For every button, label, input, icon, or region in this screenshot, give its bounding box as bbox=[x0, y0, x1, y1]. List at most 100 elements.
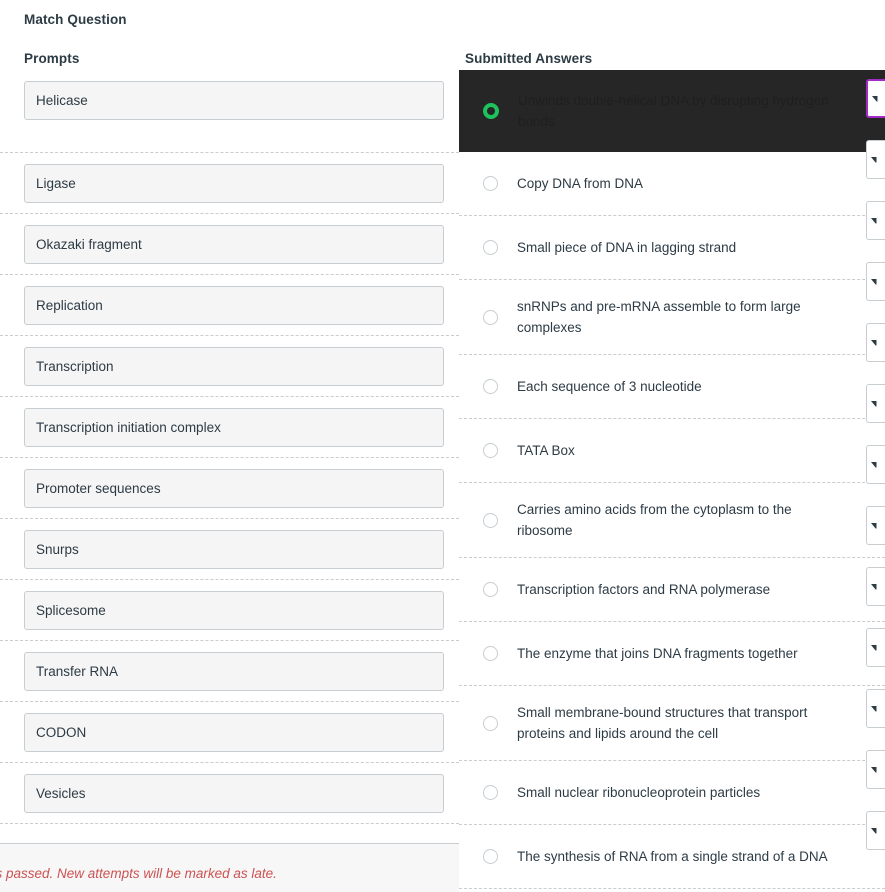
chevron-down-icon bbox=[872, 95, 878, 102]
prompts-list: Helicase Ligase Okazaki fragment Replicatio… bbox=[0, 70, 459, 845]
answer-match-select-0[interactable] bbox=[866, 79, 885, 118]
prompt-item-0: Helicase bbox=[24, 81, 444, 120]
answer-match-select-6[interactable] bbox=[866, 445, 885, 484]
prompt-item-label: Okazaki fragment bbox=[36, 237, 142, 252]
answer-radio-1[interactable] bbox=[483, 176, 498, 191]
answer-radio-2[interactable] bbox=[483, 240, 498, 255]
answer-match-select-11[interactable] bbox=[866, 750, 885, 789]
answer-item-label: Small nuclear ribonucleoprotein particle… bbox=[517, 785, 761, 800]
answer-match-select-2[interactable] bbox=[866, 201, 885, 240]
answer-row-selected[interactable]: Unwinds double-helical DNA by disrupting… bbox=[459, 70, 885, 152]
prompt-item-label: Promoter sequences bbox=[36, 481, 161, 496]
prompt-row: Helicase bbox=[0, 70, 459, 153]
prompt-item-label: Splicesome bbox=[36, 603, 106, 618]
prompt-item-label: Transfer RNA bbox=[36, 664, 119, 679]
answer-match-select-4[interactable] bbox=[866, 323, 885, 362]
chevron-down-icon bbox=[871, 766, 877, 773]
answer-match-select-1[interactable] bbox=[866, 140, 885, 179]
answer-radio-11[interactable] bbox=[483, 849, 498, 864]
answer-row[interactable]: Copy DNA from DNA bbox=[459, 152, 885, 216]
answer-item-label: Each sequence of 3 nucleotide bbox=[517, 379, 702, 394]
chevron-down-icon bbox=[871, 339, 877, 346]
answer-radio-3[interactable] bbox=[483, 309, 498, 325]
chevron-down-icon bbox=[871, 400, 877, 407]
answer-radio-0[interactable] bbox=[483, 102, 499, 119]
prompt-item-label: Replication bbox=[36, 298, 103, 313]
prompt-row: Ligase bbox=[0, 153, 459, 214]
answer-row[interactable]: Each sequence of 3 nucleotide bbox=[459, 355, 885, 419]
chevron-down-icon bbox=[871, 827, 877, 834]
answer-match-select-5[interactable] bbox=[866, 384, 885, 423]
late-submission-alert-text: as passed. New attempts will be marked a… bbox=[0, 866, 277, 881]
answer-match-select-3[interactable] bbox=[866, 262, 885, 301]
answer-match-select-7[interactable] bbox=[866, 506, 885, 545]
answer-row[interactable]: Transcription factors and RNA polymerase bbox=[459, 558, 885, 622]
answer-item-label: The enzyme that joins DNA fragments toge… bbox=[517, 646, 798, 661]
prompt-row: Promoter sequences bbox=[0, 458, 459, 519]
prompt-item-6: Promoter sequences bbox=[24, 469, 444, 508]
prompt-item-label: Helicase bbox=[36, 93, 88, 108]
prompt-row: CODON bbox=[0, 702, 459, 763]
answer-radio-4[interactable] bbox=[483, 379, 498, 394]
prompt-item-7: Snurps bbox=[24, 530, 444, 569]
answer-row[interactable]: Small piece of DNA in lagging strand bbox=[459, 216, 885, 280]
prompt-row: Transfer RNA bbox=[0, 641, 459, 702]
chevron-down-icon bbox=[871, 217, 877, 224]
answer-row[interactable]: Carries amino acids from the cytoplasm t… bbox=[459, 483, 885, 558]
chevron-down-icon bbox=[871, 522, 877, 529]
prompt-item-label: Transcription bbox=[36, 359, 114, 374]
answer-row[interactable]: Small membrane-bound structures that tra… bbox=[459, 686, 885, 761]
answer-item-label: Transcription factors and RNA polymerase bbox=[517, 582, 771, 597]
prompt-item-2: Okazaki fragment bbox=[24, 225, 444, 264]
prompt-row: Vesicles bbox=[0, 763, 459, 824]
prompt-item-label: Ligase bbox=[36, 176, 76, 191]
answer-item-label: Copy DNA from DNA bbox=[517, 176, 644, 191]
answer-row[interactable]: TATA Box bbox=[459, 419, 885, 483]
answers-list: Unwinds double-helical DNA by disrupting… bbox=[459, 70, 885, 892]
chevron-down-icon bbox=[871, 644, 877, 651]
answer-radio-5[interactable] bbox=[483, 443, 498, 458]
answer-item-label: Carries amino acids from the cytoplasm t… bbox=[517, 502, 792, 538]
answer-item-label: Unwinds double-helical DNA by disrupting… bbox=[518, 92, 829, 129]
prompt-row: Snurps bbox=[0, 519, 459, 580]
answer-row[interactable]: The enzyme that joins DNA fragments toge… bbox=[459, 622, 885, 686]
answer-radio-9[interactable] bbox=[483, 715, 498, 731]
answer-item-label: The synthesis of RNA from a single stran… bbox=[517, 849, 828, 864]
prompt-item-label: Transcription initiation complex bbox=[36, 420, 221, 435]
answer-match-select-12[interactable] bbox=[866, 811, 885, 850]
prompt-row: Transcription bbox=[0, 336, 459, 397]
prompt-row: Replication bbox=[0, 275, 459, 336]
prompt-item-11: Vesicles bbox=[24, 774, 444, 813]
prompt-row: Okazaki fragment bbox=[0, 214, 459, 275]
prompt-item-label: Vesicles bbox=[36, 786, 86, 801]
late-submission-alert: as passed. New attempts will be marked a… bbox=[0, 843, 459, 892]
prompt-item-9: Transfer RNA bbox=[24, 652, 444, 691]
prompt-item-1: Ligase bbox=[24, 164, 444, 203]
answer-row[interactable]: Small nuclear ribonucleoprotein particle… bbox=[459, 761, 885, 825]
answer-match-select-8[interactable] bbox=[866, 567, 885, 606]
page-title: Match Question bbox=[24, 12, 127, 27]
prompt-item-10: CODON bbox=[24, 713, 444, 752]
answers-column-header: Submitted Answers bbox=[465, 51, 593, 66]
prompt-item-4: Transcription bbox=[24, 347, 444, 386]
chevron-down-icon bbox=[871, 156, 877, 163]
answer-radio-7[interactable] bbox=[483, 582, 498, 597]
answer-match-select-9[interactable] bbox=[866, 628, 885, 667]
chevron-down-icon bbox=[871, 461, 877, 468]
answer-item-label: Small piece of DNA in lagging strand bbox=[517, 240, 737, 255]
prompt-item-label: Snurps bbox=[36, 542, 79, 557]
answer-radio-10[interactable] bbox=[483, 785, 498, 800]
answer-radio-8[interactable] bbox=[483, 646, 498, 661]
answer-row[interactable]: The synthesis of RNA from a single stran… bbox=[459, 825, 885, 889]
chevron-down-icon bbox=[871, 705, 877, 712]
answer-item-label: TATA Box bbox=[517, 443, 575, 458]
answer-item-label: Small membrane-bound structures that tra… bbox=[517, 705, 808, 741]
answer-row[interactable]: snRNPs and pre-mRNA assemble to form lar… bbox=[459, 280, 885, 355]
answer-item-label: snRNPs and pre-mRNA assemble to form lar… bbox=[517, 299, 801, 335]
prompt-row: Splicesome bbox=[0, 580, 459, 641]
chevron-down-icon bbox=[871, 278, 877, 285]
answer-match-select-10[interactable] bbox=[866, 689, 885, 728]
prompts-column-header: Prompts bbox=[24, 51, 80, 66]
chevron-down-icon bbox=[871, 583, 877, 590]
answer-radio-6[interactable] bbox=[483, 512, 498, 528]
